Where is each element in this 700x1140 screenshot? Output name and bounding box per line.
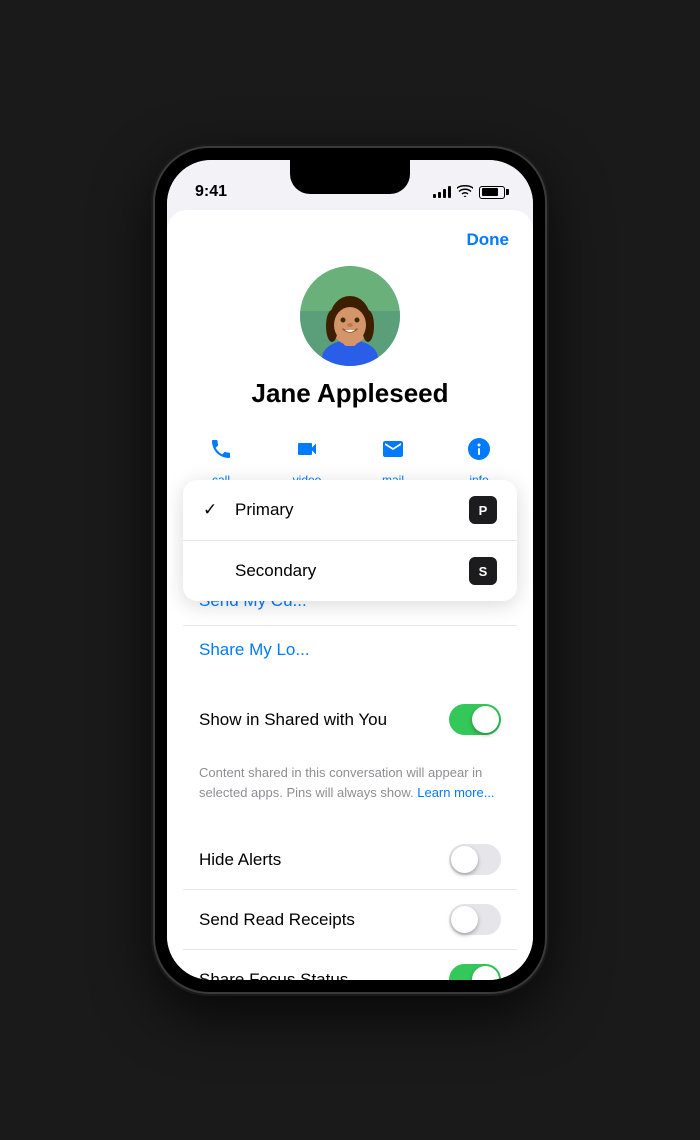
read-receipts-thumb	[451, 906, 478, 933]
phone-frame: 9:41	[155, 148, 545, 992]
done-button-row: Done	[183, 226, 517, 254]
battery-fill	[482, 188, 499, 196]
contact-avatar-section: Jane Appleseed	[183, 266, 517, 409]
mail-icon	[381, 437, 405, 467]
signal-bar-4	[448, 186, 451, 198]
hide-alerts-row[interactable]: Hide Alerts	[183, 830, 517, 890]
signal-bar-2	[438, 192, 441, 198]
info-icon	[467, 437, 491, 467]
show-in-shared-row[interactable]: Show in Shared with You	[183, 690, 517, 749]
hide-alerts-thumb	[451, 846, 478, 873]
wifi-icon	[457, 185, 473, 200]
sheet-card: Done	[167, 210, 533, 980]
share-my-location-label: Share My Lo...	[199, 640, 310, 660]
shared-with-you-card: Show in Shared with You	[183, 690, 517, 749]
share-my-location-row[interactable]: Share My Lo...	[183, 626, 517, 674]
conversation-line-dropdown[interactable]: ✓ Primary P ✓ Secondary S	[183, 480, 517, 601]
phone-screen: 9:41	[167, 160, 533, 980]
avatar	[300, 266, 400, 366]
sheet-content[interactable]: Done	[167, 210, 533, 980]
secondary-badge: S	[469, 557, 497, 585]
focus-status-thumb	[472, 966, 499, 980]
toggle-thumb	[472, 706, 499, 733]
secondary-checkmark: ✓	[203, 561, 223, 581]
send-read-receipts-label: Send Read Receipts	[199, 910, 355, 930]
notch	[290, 160, 410, 194]
dropdown-item-secondary[interactable]: ✓ Secondary S	[183, 541, 517, 601]
checkmark-icon: ✓	[203, 500, 223, 520]
send-read-receipts-row[interactable]: Send Read Receipts	[183, 890, 517, 950]
video-icon	[295, 437, 319, 467]
signal-bar-3	[443, 189, 446, 198]
share-focus-status-label: Share Focus Status	[199, 970, 348, 981]
dropdown-item-primary[interactable]: ✓ Primary P	[183, 480, 517, 541]
hide-alerts-label: Hide Alerts	[199, 850, 281, 870]
secondary-label: Secondary	[235, 561, 469, 581]
show-in-shared-toggle[interactable]	[449, 704, 501, 735]
status-time: 9:41	[195, 183, 227, 201]
shared-description: Content shared in this conversation will…	[183, 757, 517, 814]
learn-more-link[interactable]: Learn more...	[417, 785, 494, 800]
phone-icon	[209, 437, 233, 467]
avatar-image	[300, 266, 400, 366]
alerts-card: Hide Alerts Send Read Receipts	[183, 830, 517, 980]
send-read-receipts-toggle[interactable]	[449, 904, 501, 935]
status-icons	[433, 185, 505, 200]
done-button[interactable]: Done	[459, 226, 518, 254]
alerts-section: Hide Alerts Send Read Receipts	[183, 830, 517, 980]
share-focus-status-row[interactable]: Share Focus Status	[183, 950, 517, 980]
show-in-shared-label: Show in Shared with You	[199, 710, 387, 730]
primary-label: Primary	[235, 500, 469, 520]
signal-bar-1	[433, 194, 436, 198]
hide-alerts-toggle[interactable]	[449, 844, 501, 875]
shared-with-you-section: Show in Shared with You Content shared i…	[183, 690, 517, 814]
primary-badge: P	[469, 496, 497, 524]
battery-icon	[479, 186, 505, 199]
share-focus-status-toggle[interactable]	[449, 964, 501, 980]
signal-bars-icon	[433, 186, 451, 198]
contact-name: Jane Appleseed	[251, 378, 448, 409]
